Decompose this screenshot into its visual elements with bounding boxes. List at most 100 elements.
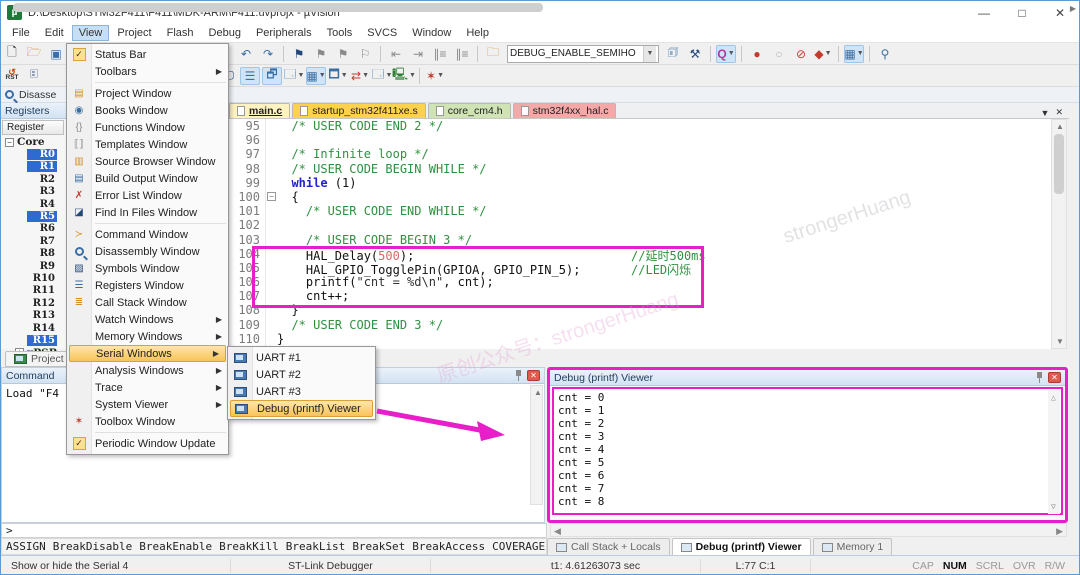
view-menu-item-toolbars[interactable]: Toolbars▶ xyxy=(67,63,228,80)
menu-tools[interactable]: Tools xyxy=(320,25,360,41)
debug-viewer-close-icon[interactable]: ✕ xyxy=(1048,372,1061,383)
command-button-coverage[interactable]: COVERAGE xyxy=(492,540,545,553)
toolbox-button[interactable]: ✶▼ xyxy=(425,67,445,85)
registers-window-button[interactable]: ☰ xyxy=(240,67,260,85)
system-viewer-button[interactable]: 🖳▼ xyxy=(394,67,414,85)
bookmark-next-button[interactable]: ⚑ xyxy=(333,45,353,63)
submenu-item-uart-3[interactable]: UART #3 xyxy=(228,383,375,400)
uncomment-button[interactable]: ∥≡ xyxy=(452,45,472,63)
menu-view[interactable]: View xyxy=(72,25,110,41)
disable-breakpoint-button[interactable]: ○ xyxy=(769,45,789,63)
submenu-item-uart-1[interactable]: UART #1 xyxy=(228,349,375,366)
translate-button[interactable]: 🗊 xyxy=(663,45,683,63)
maximize-button[interactable]: □ xyxy=(1003,1,1041,24)
editor-tab-core-cm4-h[interactable]: core_cm4.h xyxy=(428,103,511,118)
code-editor[interactable]: 95 /* USER CODE END 2 */9697 /* Infinite… xyxy=(229,119,1051,349)
view-menu-item-disassembly-window[interactable]: Disassembly Window xyxy=(67,243,228,260)
comment-button[interactable]: ∥≡ xyxy=(430,45,450,63)
pin-icon[interactable] xyxy=(1035,372,1044,383)
pin-icon[interactable] xyxy=(514,370,523,381)
command-button-breakset[interactable]: BreakSet xyxy=(352,540,405,553)
options-for-target-button[interactable]: 🗀 xyxy=(483,45,503,63)
menu-window[interactable]: Window xyxy=(405,25,458,41)
bottom-tab-memory-1[interactable]: Memory 1 xyxy=(813,538,893,555)
target-select-combo[interactable]: DEBUG_ENABLE_SEMIHO ▼ xyxy=(507,45,659,63)
close-file-icon[interactable]: ✕ xyxy=(1055,107,1063,118)
combo-dropdown-icon[interactable]: ▼ xyxy=(643,46,656,62)
submenu-item-debug-printf-viewer[interactable]: Debug (printf) Viewer xyxy=(230,400,373,417)
view-menu-item-command-window[interactable]: ≻Command Window xyxy=(67,226,228,243)
view-menu-item-system-viewer[interactable]: System Viewer▶ xyxy=(67,396,228,413)
view-menu-item-find-in-files-window[interactable]: ◪Find In Files Window xyxy=(67,204,228,221)
view-menu-item-symbols-window[interactable]: ▨Symbols Window xyxy=(67,260,228,277)
view-menu-item-trace[interactable]: Trace▶ xyxy=(67,379,228,396)
project-panel-tab[interactable]: Project xyxy=(5,351,73,367)
view-menu-item-error-list-window[interactable]: ✗Error List Window xyxy=(67,187,228,204)
minimize-button[interactable]: — xyxy=(965,1,1003,24)
serial-windows-button[interactable]: 🗖▼ xyxy=(328,67,348,85)
unindent-button[interactable]: ⇤ xyxy=(386,45,406,63)
save-button[interactable]: ▣ xyxy=(46,45,66,63)
view-menu-item-analysis-windows[interactable]: Analysis Windows▶ xyxy=(67,362,228,379)
view-menu-item-call-stack-window[interactable]: ≣Call Stack Window xyxy=(67,294,228,311)
view-menu-item-serial-windows[interactable]: Serial Windows▶ xyxy=(69,345,226,362)
view-menu-item-functions-window[interactable]: {}Functions Window xyxy=(67,119,228,136)
menu-flash[interactable]: Flash xyxy=(160,25,201,41)
build-button[interactable]: ⚒ xyxy=(685,45,705,63)
view-menu-item-books-window[interactable]: ◉Books Window xyxy=(67,102,228,119)
analysis-windows-button[interactable]: ⇄▼ xyxy=(350,67,370,85)
window-layout-button[interactable]: ▦▼ xyxy=(844,45,864,63)
register-column-header[interactable]: Register xyxy=(2,120,64,135)
disable-all-breakpoints-button[interactable]: ⊘ xyxy=(791,45,811,63)
view-menu-item-registers-window[interactable]: ☰Registers Window xyxy=(67,277,228,294)
watch-windows-button[interactable]: 🗔▼ xyxy=(284,67,304,85)
find-in-files-button[interactable]: Q▼ xyxy=(716,45,736,63)
bottom-tab-debug-printf-viewer[interactable]: Debug (printf) Viewer xyxy=(672,538,811,555)
show-next-statement-button[interactable]: 🗉 xyxy=(24,67,44,85)
submenu-item-uart-2[interactable]: UART #2 xyxy=(228,366,375,383)
view-menu-item-watch-windows[interactable]: Watch Windows▶ xyxy=(67,311,228,328)
command-vertical-scrollbar[interactable]: ▲ xyxy=(530,385,543,505)
debug-viewer-vertical-scrollbar[interactable]: △ ▽ xyxy=(1048,390,1060,514)
menu-edit[interactable]: Edit xyxy=(38,25,71,41)
bookmark-toggle-button[interactable]: ⚑ xyxy=(289,45,309,63)
kill-all-breakpoints-button[interactable]: ◆▼ xyxy=(813,45,833,63)
debug-viewer-output[interactable]: △ ▽ cnt = 0cnt = 1cnt = 2cnt = 3cnt = 4c… xyxy=(552,387,1063,515)
bookmark-clear-button[interactable]: ⚐ xyxy=(355,45,375,63)
view-menu-item-periodic-window-update[interactable]: ✓Periodic Window Update xyxy=(67,435,228,452)
indent-button[interactable]: ⇥ xyxy=(408,45,428,63)
command-button-breakaccess[interactable]: BreakAccess xyxy=(412,540,485,553)
call-stack-window-button[interactable]: 🗗 xyxy=(262,67,282,85)
menu-debug[interactable]: Debug xyxy=(202,25,248,41)
reset-cpu-button[interactable]: ↺RST xyxy=(2,67,22,85)
view-menu-item-source-browser-window[interactable]: ▥Source Browser Window xyxy=(67,153,228,170)
command-button-breakenable[interactable]: BreakEnable xyxy=(139,540,212,553)
insert-breakpoint-button[interactable]: ● xyxy=(747,45,767,63)
configure-tools-button[interactable]: ⚲ xyxy=(875,45,895,63)
menu-peripherals[interactable]: Peripherals xyxy=(249,25,319,41)
menu-svcs[interactable]: SVCS xyxy=(360,25,404,41)
view-menu-item-build-output-window[interactable]: ▤Build Output Window xyxy=(67,170,228,187)
command-input[interactable]: > xyxy=(1,523,547,538)
new-file-button[interactable]: 🗋 xyxy=(2,45,22,63)
command-button-breakdisable[interactable]: BreakDisable xyxy=(53,540,132,553)
view-menu-item-memory-windows[interactable]: Memory Windows▶ xyxy=(67,328,228,345)
menu-help[interactable]: Help xyxy=(459,25,496,41)
memory-windows-button[interactable]: ▦▼ xyxy=(306,67,326,85)
open-file-button[interactable]: 🗁 xyxy=(24,45,44,63)
view-menu-item-status-bar[interactable]: ✓Status Bar xyxy=(67,46,228,63)
editor-tab-main-c[interactable]: main.c xyxy=(229,103,290,118)
trace-windows-button[interactable]: 🗔▼ xyxy=(372,67,392,85)
editor-tab-startup-stm32f411xe-s[interactable]: startup_stm32f411xe.s xyxy=(292,103,425,118)
navigate-back-button[interactable]: ↶ xyxy=(236,45,256,63)
view-menu-item-toolbox-window[interactable]: ✶Toolbox Window xyxy=(67,413,228,430)
view-menu-item-templates-window[interactable]: ⟦⟧Templates Window xyxy=(67,136,228,153)
editor-vertical-scrollbar[interactable]: ▲ ▼ xyxy=(1051,119,1067,349)
view-menu-item-project-window[interactable]: ▤Project Window xyxy=(67,85,228,102)
command-button-assign[interactable]: ASSIGN xyxy=(6,540,46,553)
debug-viewer-horizontal-scrollbar[interactable]: ◀ ▶ xyxy=(550,523,1067,537)
command-button-breaklist[interactable]: BreakList xyxy=(286,540,346,553)
fold-margin[interactable]: − xyxy=(265,190,277,204)
navigate-forward-button[interactable]: ↷ xyxy=(258,45,278,63)
menu-file[interactable]: File xyxy=(5,25,37,41)
